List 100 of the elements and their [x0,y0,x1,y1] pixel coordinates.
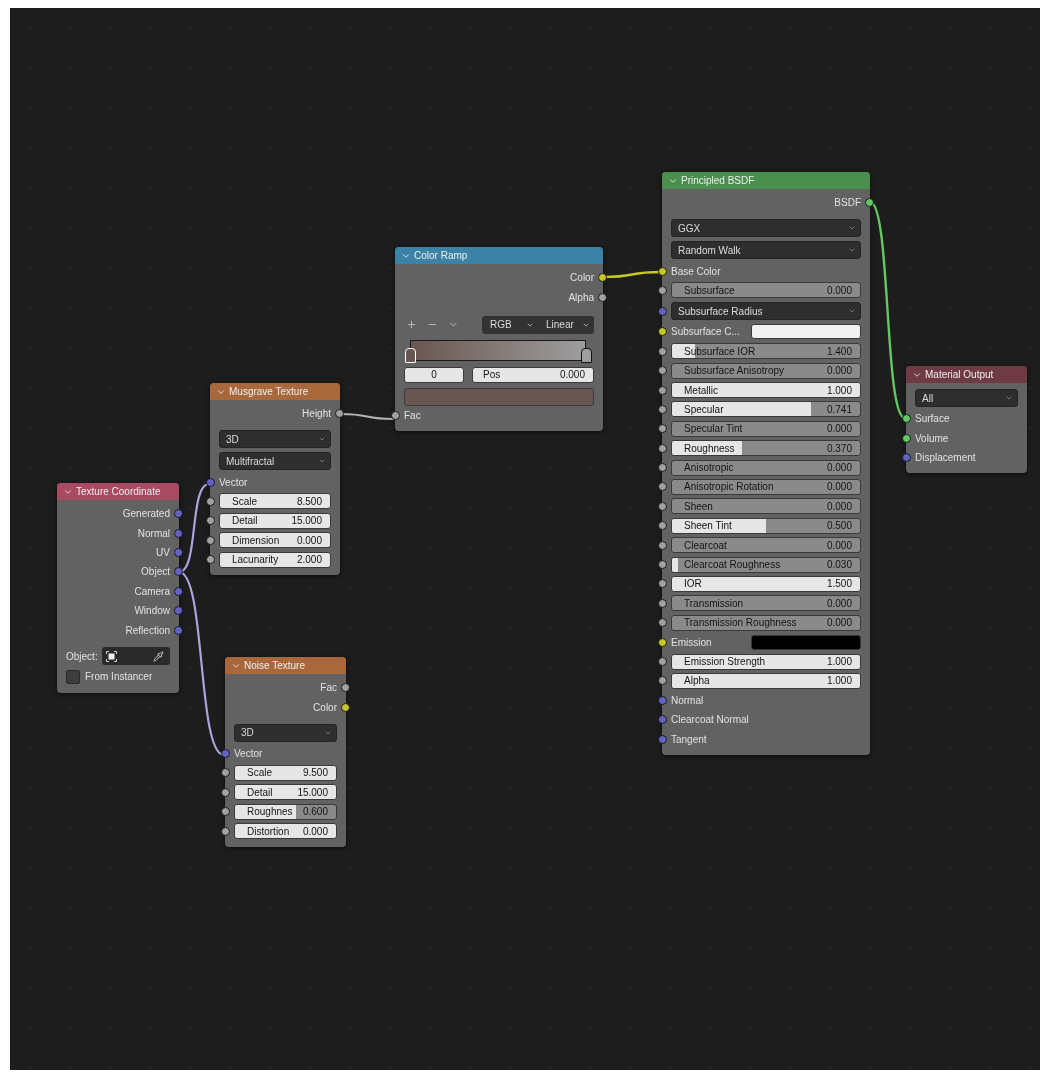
node-header[interactable]: Color Ramp [395,247,603,264]
socket[interactable] [658,482,667,492]
stop-color-swatch[interactable] [404,387,594,406]
dropdown[interactable]: 3D [219,430,331,449]
slider-field[interactable]: Subsurface 0.000 [671,282,861,299]
object-icon [105,650,117,662]
socket[interactable] [341,683,350,693]
socket[interactable] [206,496,215,506]
socket[interactable] [658,404,667,414]
number-field[interactable]: Emission Strength 1.000 [671,653,861,670]
socket[interactable] [658,676,667,686]
socket-label: Window [134,605,170,617]
socket[interactable] [658,598,667,608]
stop-index-field[interactable]: 0 [404,366,464,383]
socket[interactable] [658,327,667,337]
socket[interactable] [658,560,667,570]
color-ramp-gradient[interactable] [410,339,586,361]
socket-label: Tangent [671,733,707,745]
color-mode-dropdown[interactable]: RGB [482,315,538,334]
socket[interactable] [658,637,667,647]
socket[interactable] [658,618,667,628]
slider-field[interactable]: Clearcoat 0.000 [671,537,861,554]
slider-field[interactable]: Roughness 0.370 [671,440,861,457]
socket[interactable] [658,501,667,511]
socket[interactable] [658,424,667,434]
color-stop[interactable] [581,347,592,363]
socket[interactable] [206,535,215,545]
node-header[interactable]: Noise Texture [225,657,346,674]
slider-field[interactable]: Anisotropic Rotation 0.000 [671,479,861,495]
object-field[interactable] [101,647,170,666]
number-field[interactable]: Dimension 0.000 [219,532,331,549]
socket[interactable] [658,346,667,356]
number-field[interactable]: Scale 9.500 [234,764,337,781]
socket[interactable] [341,702,350,712]
checkbox[interactable]: From Instancer [66,669,153,684]
socket[interactable] [658,521,667,531]
plus-icon[interactable] [406,319,417,331]
slider-field[interactable]: Specular 0.741 [671,401,861,418]
node-header[interactable]: Principled BSDF [662,172,870,189]
dropdown[interactable]: 3D [234,723,337,742]
number-field[interactable]: Distortion 0.000 [234,823,337,840]
dropdown[interactable]: GGX [671,219,861,238]
socket[interactable] [206,516,215,526]
socket-label: Normal [137,527,170,539]
socket[interactable] [221,807,230,817]
slider-field[interactable]: Alpha 1.000 [671,672,861,689]
color-swatch[interactable] [751,324,861,340]
socket[interactable] [221,787,230,797]
slider-field[interactable]: Sheen 0.000 [671,498,861,515]
number-field[interactable]: Lacunarity 2.000 [219,551,331,568]
slider-field[interactable]: Transmission Roughness 0.000 [671,614,861,631]
node-header[interactable]: Texture Coordinate [57,483,179,500]
node-header[interactable]: Musgrave Texture [210,383,340,400]
slider-field[interactable]: Sheen Tint 0.500 [671,517,861,534]
socket[interactable] [658,385,667,395]
socket[interactable] [335,409,344,419]
socket[interactable] [658,266,667,276]
number-field[interactable]: Scale 8.500 [219,493,331,510]
socket-label: Surface [915,413,950,425]
socket[interactable] [658,540,667,550]
number-field[interactable]: IOR 1.500 [671,575,861,592]
slider-field[interactable]: Roughnes 0.600 [234,803,337,820]
dropdown[interactable]: Subsurface Radius [671,302,861,321]
socket[interactable] [221,826,230,836]
number-field[interactable]: Detail 15.000 [219,512,331,529]
eyedropper-icon[interactable] [153,650,164,662]
node-editor-canvas[interactable] [10,8,1040,1070]
socket[interactable] [865,198,874,208]
dropdown[interactable]: Multifractal [219,452,331,471]
checkbox-box[interactable] [66,669,80,684]
dropdown[interactable]: Random Walk [671,241,861,260]
dropdown[interactable]: All [915,389,1018,407]
socket[interactable] [658,657,667,666]
socket[interactable] [658,579,667,589]
slider-field[interactable]: Subsurface Anisotropy 0.000 [671,362,861,379]
slider-field[interactable]: Metallic 1.000 [671,382,861,399]
socket[interactable] [658,366,667,376]
color-swatch[interactable] [751,634,861,650]
socket-label: Color [570,272,594,284]
node-title: Noise Texture [244,660,305,671]
slider-field[interactable]: Anisotropic 0.000 [671,459,861,476]
number-field[interactable]: Detail 15.000 [234,784,337,801]
socket[interactable] [206,555,215,565]
socket[interactable] [902,433,911,443]
position-field[interactable]: Pos 0.000 [472,366,594,383]
slider-field[interactable]: Transmission 0.000 [671,595,861,612]
socket[interactable] [902,414,911,424]
socket[interactable] [658,463,667,473]
socket[interactable] [221,768,230,778]
slider-field[interactable]: Clearcoat Roughness 0.030 [671,556,861,573]
socket[interactable] [598,273,607,283]
slider-field[interactable]: Specular Tint 0.000 [671,420,861,437]
socket[interactable] [391,410,400,420]
socket[interactable] [598,292,607,302]
socket[interactable] [658,285,667,295]
socket-label: Vector [234,747,263,759]
socket[interactable] [658,443,667,453]
node-header[interactable]: Material Output [906,366,1027,383]
socket-label: Emission [671,636,712,648]
interpolation-dropdown[interactable]: Linear [538,315,594,334]
